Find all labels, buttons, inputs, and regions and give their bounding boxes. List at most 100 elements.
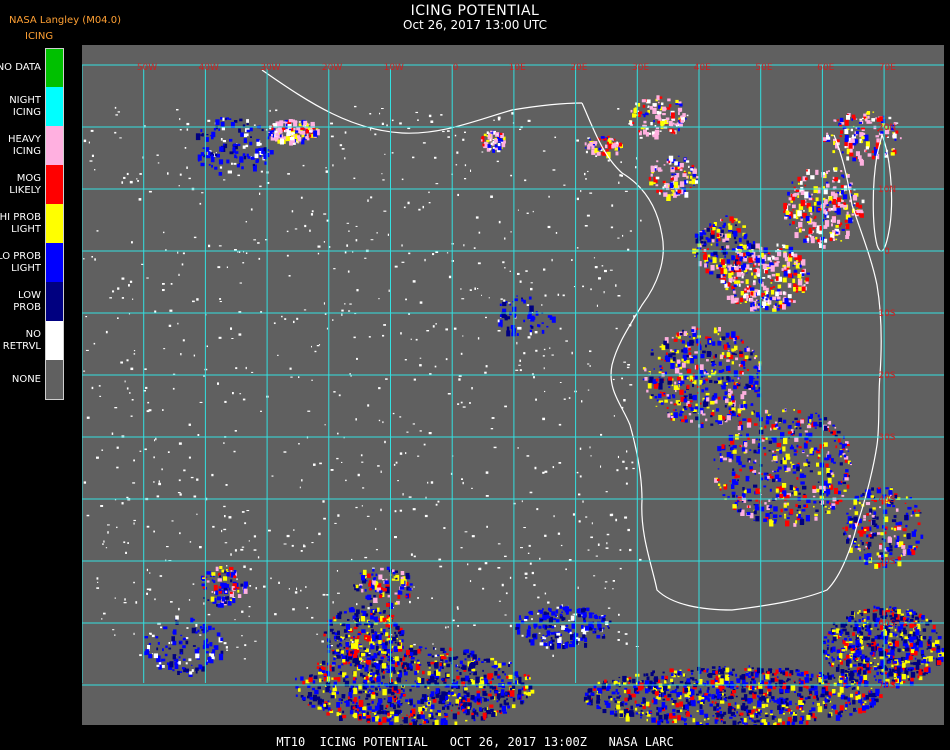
cloud-pixel [823,417,828,421]
cloud-pixel [831,629,836,633]
cloud-pixel [827,675,832,680]
no-retrieval-pixel [133,350,136,352]
no-retrieval-pixel [291,210,294,213]
cloud-pixel [671,167,674,170]
cloud-pixel [793,449,797,453]
cloud-pixel [662,698,666,701]
cloud-pixel [827,471,829,473]
no-retrieval-pixel [251,371,254,373]
cloud-pixel [828,170,830,172]
cloud-pixel [797,410,802,414]
no-retrieval-pixel [153,456,155,459]
cloud-pixel [891,527,894,530]
cloud-pixel [815,412,818,414]
cloud-pixel [901,632,904,634]
cloud-pixel [756,451,760,454]
cloud-pixel [894,633,898,637]
cloud-pixel [845,654,850,659]
cloud-pixel [890,649,895,656]
icing-map[interactable]: 50W 40W 30W 20W 10W 0 10E 20E 30E 40E 50E 60E 70E20N… [82,45,944,725]
cloud-pixel [752,706,756,709]
cloud-pixel [781,244,785,246]
no-retrieval-pixel [289,367,292,370]
no-retrieval-pixel [212,525,215,528]
cloud-pixel [915,514,920,517]
cloud-pixel [682,673,686,677]
cloud-pixel [694,255,696,257]
cloud-pixel [856,634,859,638]
cloud-pixel [666,107,671,110]
cloud-pixel [936,645,941,650]
cloud-pixel [613,698,616,701]
cloud-pixel [794,417,798,420]
cloud-pixel [732,504,737,509]
no-retrieval-pixel [586,214,590,217]
cloud-pixel [936,660,942,666]
no-retrieval-pixel [185,662,188,665]
cloud-pixel [865,502,871,506]
cloud-pixel [831,706,833,709]
cloud-pixel [813,186,818,193]
cloud-pixel [684,192,689,198]
cloud-pixel [615,688,618,693]
cloud-pixel [734,224,737,226]
cloud-pixel [688,347,691,351]
cloud-pixel [313,130,318,137]
cloud-pixel [850,128,853,132]
legend-label: LO PROB LIGHT [0,243,41,282]
cloud-pixel [813,500,817,504]
cloud-pixel [891,148,894,151]
cloud-pixel [859,613,862,615]
cloud-pixel [852,194,858,201]
legend-label: NIGHT ICING [0,87,41,126]
no-retrieval-pixel [435,323,437,325]
cloud-pixel [851,611,854,616]
cloud-pixel [849,152,854,157]
no-retrieval-pixel [600,433,603,436]
cloud-pixel [746,346,749,348]
cloud-pixel [826,183,830,188]
no-retrieval-pixel [170,601,173,603]
legend-label-line: NONE [11,373,41,385]
cloud-pixel [774,677,777,681]
no-retrieval-pixel [419,357,422,359]
cloud-pixel [653,720,655,723]
no-retrieval-pixel [585,178,587,180]
no-retrieval-pixel [627,528,630,532]
cloud-pixel [499,132,503,135]
no-retrieval-pixel [233,450,236,453]
cloud-pixel [918,615,921,618]
cloud-pixel [848,539,851,541]
no-retrieval-pixel [620,161,622,164]
cloud-pixel [841,228,845,231]
cloud-pixel [666,721,670,724]
cloud-pixel [804,184,807,187]
no-retrieval-pixel [571,351,573,355]
no-retrieval-pixel [428,191,430,194]
no-retrieval-pixel [417,455,420,457]
no-retrieval-pixel [125,551,127,554]
cloud-pixel [734,294,737,297]
cloud-pixel [793,287,796,292]
cloud-pixel [792,421,794,424]
cloud-pixel [659,365,662,368]
cloud-pixel [720,700,725,704]
cloud-pixel [863,618,866,622]
cloud-pixel [803,504,806,507]
cloud-pixel [711,239,715,243]
cloud-pixel [721,444,725,449]
cloud-pixel [692,718,696,723]
cloud-pixel [876,671,879,676]
no-retrieval-pixel [579,447,582,450]
cloud-pixel [821,689,825,694]
cloud-pixel [779,248,783,250]
cloud-pixel [706,682,709,685]
cloud-pixel [915,545,918,549]
no-retrieval-pixel [101,618,103,620]
no-retrieval-pixel [471,387,473,390]
cloud-pixel [649,181,654,186]
cloud-pixel [939,654,942,656]
cloud-pixel [738,283,741,287]
cloud-pixel [906,617,910,620]
no-retrieval-pixel [105,547,108,549]
